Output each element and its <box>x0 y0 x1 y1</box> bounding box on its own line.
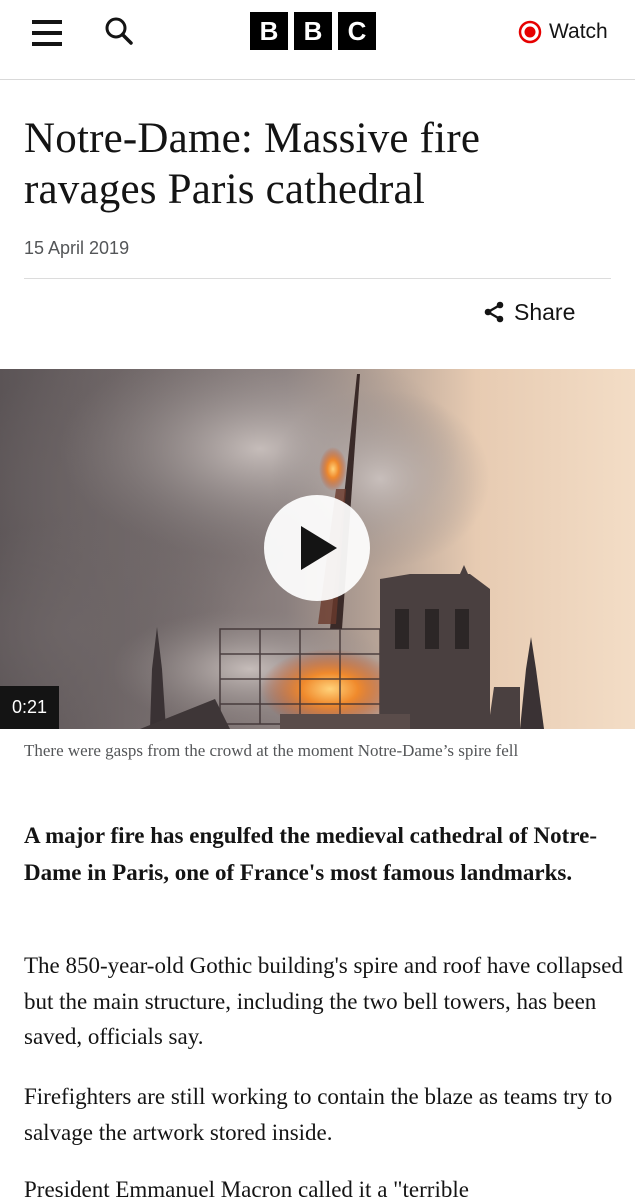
search-icon[interactable] <box>102 14 136 48</box>
media-caption: There were gasps from the crowd at the m… <box>24 741 519 760</box>
share-icon <box>484 301 504 323</box>
article-headline: Notre-Dame: Massive fire ravages Paris c… <box>24 115 481 213</box>
article-date: 15 April 2019 <box>24 238 130 258</box>
watch-label: Watch <box>549 20 608 43</box>
article-lead: A major fire has engulfed the medieval c… <box>24 823 597 885</box>
play-button[interactable] <box>264 495 370 601</box>
play-icon <box>301 526 337 570</box>
logo-letter: C <box>338 12 376 50</box>
logo-letter: B <box>250 12 288 50</box>
live-record-icon <box>518 20 542 44</box>
article-paragraph: Firefighters are still working to contai… <box>24 1084 613 1145</box>
hamburger-menu-icon[interactable] <box>32 20 64 46</box>
logo-letter: B <box>294 12 332 50</box>
article-paragraph: The 850-year-old Gothic building's spire… <box>24 953 623 1049</box>
share-label: Share <box>514 298 576 325</box>
divider <box>24 278 611 279</box>
top-navigation-bar: B B C Watch <box>0 0 635 80</box>
bbc-logo[interactable]: B B C <box>250 12 376 50</box>
video-duration: 0:21 <box>0 686 59 729</box>
share-button[interactable]: Share <box>482 297 575 327</box>
article-paragraph: President Emmanuel Macron called it a "t… <box>24 1177 469 1200</box>
watch-button[interactable]: Watch <box>518 17 608 47</box>
video-player[interactable]: 0:21 <box>0 369 635 729</box>
